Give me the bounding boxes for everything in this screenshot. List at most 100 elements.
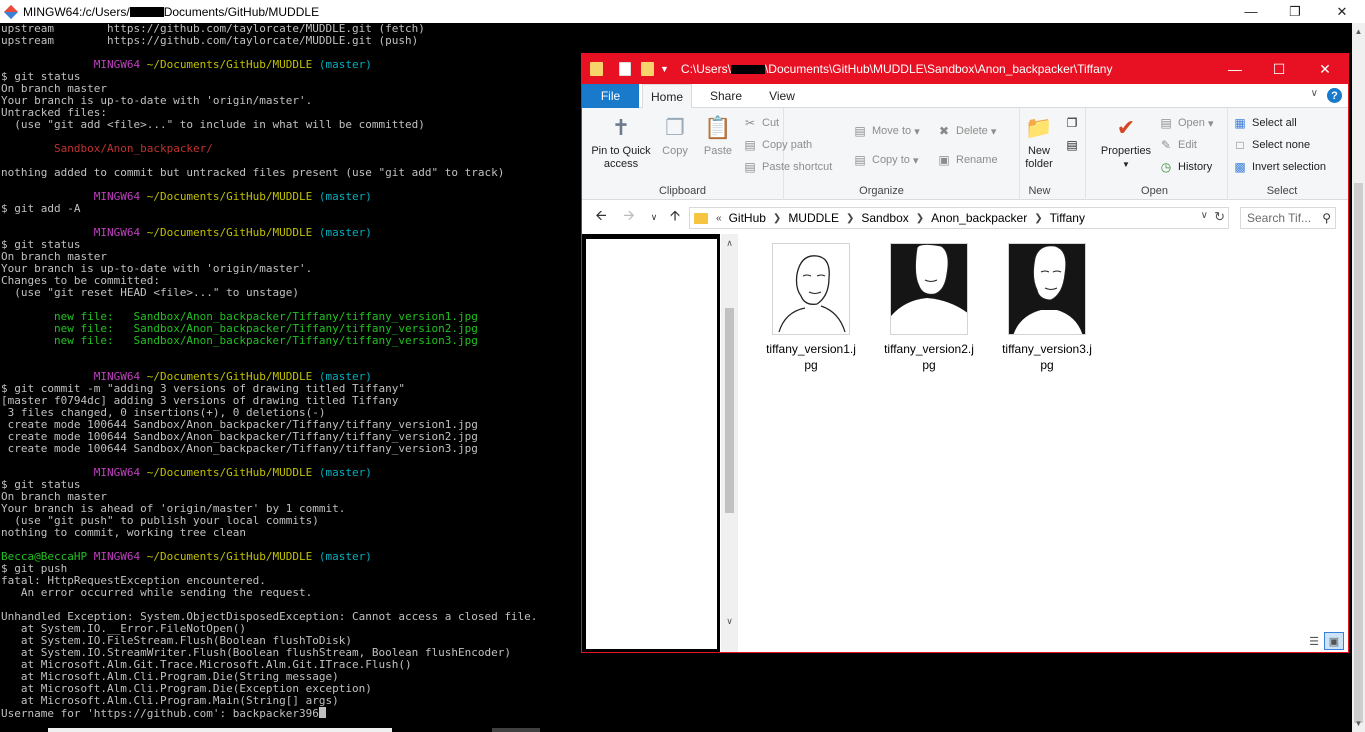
close-button[interactable]: ✕ [1319, 0, 1365, 23]
scroll-up-arrow-icon[interactable]: ∧ [721, 236, 738, 250]
properties-dropdown-icon[interactable]: ▼ [1122, 158, 1130, 171]
chevron-right-icon[interactable]: ❯ [916, 213, 924, 224]
ex-maximize-button[interactable]: ☐ [1256, 54, 1302, 84]
chevron-right-icon[interactable]: ❯ [846, 213, 854, 224]
history-button[interactable]: ◷ History [1158, 158, 1212, 176]
properties-icon: ✔ [1116, 114, 1136, 140]
scroll-up-arrow-icon[interactable]: ▲ [1352, 25, 1365, 38]
details-view-icon[interactable]: ☰ [1304, 632, 1324, 650]
file-item[interactable]: tiffany_version3.jpg [999, 243, 1095, 373]
recent-locations-icon[interactable]: ∨ [644, 207, 664, 227]
cut-button[interactable]: ✂ Cut [742, 114, 779, 132]
scroll-down-arrow-icon[interactable]: ▼ [1352, 717, 1365, 730]
invert-selection-icon: ▩ [1234, 160, 1246, 174]
new-folder-quick-icon[interactable] [641, 62, 654, 76]
move-to-button[interactable]: ▤ Move to ▾ [852, 122, 919, 140]
help-icon[interactable]: ? [1327, 88, 1342, 103]
image-thumbnail [890, 243, 968, 335]
tab-file[interactable]: File [582, 84, 639, 108]
overflow-chevron[interactable]: « [716, 213, 722, 224]
nav-pane-scroll-thumb[interactable] [725, 308, 734, 513]
select-all-label: Select all [1252, 117, 1297, 129]
pin-quick-access-button[interactable]: ✝ Pin to Quick access [588, 112, 654, 171]
terminal-text: (master) [312, 226, 372, 239]
restore-button[interactable]: ❐ [1272, 0, 1318, 23]
file-explorer-window: ▼ C:\Users\ \Documents\GitHub\MUDDLE\Sand… [581, 53, 1349, 653]
terminal-text: (master) [312, 58, 372, 71]
tab-home[interactable]: Home [642, 84, 692, 109]
history-icon: ◷ [1160, 160, 1172, 174]
ribbon: ✝ Pin to Quick access ❐ Copy 📋 Paste ✂ Cu… [582, 108, 1348, 200]
new-item-button[interactable]: ❐ [1064, 114, 1084, 132]
edit-label: Edit [1178, 139, 1197, 151]
terminal-text: (use "git add <file>..." to include in w… [1, 118, 425, 131]
properties-button[interactable]: ✔ Properties ▼ [1098, 112, 1154, 171]
back-button[interactable]: 🡨 [591, 207, 611, 227]
copy-to-icon: ▤ [854, 153, 866, 167]
breadcrumb-sandbox[interactable]: Sandbox [861, 211, 908, 225]
copy-path-button[interactable]: ▤ Copy path [742, 136, 812, 154]
chevron-right-icon[interactable]: ❯ [773, 213, 781, 224]
select-all-button[interactable]: ▦ Select all [1232, 114, 1297, 132]
new-folder-label: New folder [1025, 145, 1053, 170]
address-dropdown-icon[interactable]: ∨ [1201, 210, 1208, 221]
new-folder-button[interactable]: 📁 New folder [1018, 112, 1060, 171]
terminal-scroll-thumb[interactable] [1354, 183, 1363, 723]
forward-button[interactable]: 🡪 [619, 207, 639, 227]
breadcrumb-anon-backpacker[interactable]: Anon_backpacker [931, 211, 1027, 225]
view-switcher: ☰ ▣ [1304, 632, 1344, 650]
chevron-right-icon[interactable]: ❯ [1034, 213, 1042, 224]
open-button[interactable]: ▤ Open ▾ [1158, 114, 1213, 132]
terminal-text: at Microsoft.Alm.Cli.Program.Main(String… [1, 694, 339, 707]
easy-access-button[interactable]: ▤ [1064, 136, 1084, 154]
breadcrumb-github[interactable]: GitHub [729, 211, 766, 225]
paste-shortcut-button[interactable]: ▤ Paste shortcut [742, 158, 832, 176]
file-item[interactable]: tiffany_version2.jpg [881, 243, 977, 373]
terminal-scrollbar[interactable]: ▲ ▼ [1352, 23, 1365, 732]
properties-quick-icon[interactable] [619, 62, 631, 76]
search-placeholder: Search Tif... [1247, 211, 1312, 225]
file-name: tiffany_version1.jpg [766, 342, 856, 372]
tab-share[interactable]: Share [702, 84, 750, 108]
terminal-text: ~/Documents/GitHub/MUDDLE [140, 190, 313, 203]
ex-close-button[interactable]: ✕ [1302, 54, 1348, 84]
search-icon[interactable]: ⚲ [1322, 211, 1331, 225]
address-bar[interactable]: « GitHub ❯ MUDDLE ❯ Sandbox ❯ Anon_backpack… [689, 207, 1229, 229]
invert-selection-button[interactable]: ▩ Invert selection [1232, 158, 1326, 176]
minimize-button[interactable]: — [1228, 0, 1274, 23]
paste-button[interactable]: 📋 Paste [700, 112, 736, 158]
terminal-text: new file: Sandbox/Anon_backpacker/Tiffan… [53, 334, 478, 347]
breadcrumb-muddle[interactable]: MUDDLE [788, 211, 839, 225]
new-folder-icon: 📁 [1025, 114, 1053, 140]
scroll-down-arrow-icon[interactable]: ∨ [721, 614, 738, 628]
navigation-pane-content[interactable] [586, 239, 717, 649]
customize-quick-access-icon[interactable]: ▼ [660, 64, 669, 74]
ex-minimize-button[interactable]: — [1212, 54, 1258, 84]
tab-view[interactable]: View [758, 84, 806, 108]
select-none-button[interactable]: □ Select none [1232, 136, 1310, 154]
move-to-icon: ▤ [854, 124, 866, 138]
redacted-username [730, 65, 765, 75]
large-icons-view-icon[interactable]: ▣ [1324, 632, 1344, 650]
organize-label: Organize [859, 185, 904, 197]
copy-path-icon: ▤ [744, 138, 756, 152]
search-input[interactable]: Search Tif... ⚲ [1240, 207, 1336, 229]
nav-pane-scrollbar[interactable]: ∧ ∨ [721, 234, 738, 652]
file-list[interactable]: tiffany_version1.jpg tiffany_version2.jp… [739, 234, 1348, 652]
terminal-text: Sandbox/Anon_backpacker/ [53, 142, 213, 155]
delete-button[interactable]: ✖ Delete ▾ [936, 122, 996, 140]
file-item[interactable]: tiffany_version1.jpg [763, 243, 859, 373]
new-group: 📁 New folder ❐ ▤ New [1014, 108, 1086, 200]
breadcrumb-tiffany[interactable]: Tiffany [1050, 211, 1085, 225]
cut-label: Cut [762, 117, 780, 129]
rename-button[interactable]: ▣ Rename [936, 151, 997, 169]
terminal-text: MINGW64 [93, 466, 141, 479]
navigation-pane[interactable] [582, 234, 720, 652]
up-button[interactable]: 🡩 [665, 207, 685, 227]
copy-to-button[interactable]: ▤ Copy to ▾ [852, 151, 918, 169]
copy-button[interactable]: ❐ Copy [658, 112, 692, 158]
expand-ribbon-icon[interactable]: ∨ [1311, 88, 1318, 99]
refresh-icon[interactable]: ↻ [1214, 209, 1225, 225]
edit-button[interactable]: ✎ Edit [1158, 136, 1197, 154]
terminal-title: MINGW64:/c/Users/Documents/GitHub/MUDDLE [23, 4, 320, 19]
